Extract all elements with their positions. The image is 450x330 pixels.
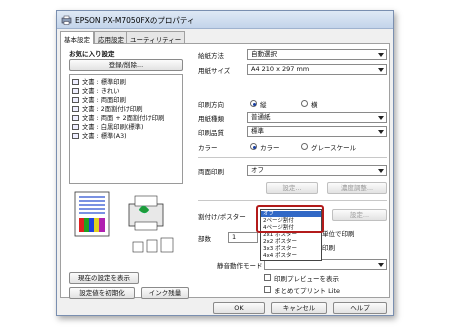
properties-dialog: EPSON PX-M7050FXのプロパティ 基本設定 応用設定 ユーティリティ… (56, 10, 394, 316)
color-option-label: カラー (260, 144, 280, 152)
portrait-radio[interactable] (250, 100, 257, 107)
grayscale-radio[interactable] (301, 143, 308, 150)
duplex-select[interactable]: オフ (247, 165, 387, 176)
ok-button[interactable]: OK (213, 302, 265, 314)
list-item[interactable]: 文書 : 両面 + 2面割付け印刷 (72, 113, 164, 122)
separator (198, 157, 387, 158)
print-lite-checkbox[interactable] (264, 286, 271, 293)
document-icon (72, 106, 79, 112)
document-icon (72, 97, 79, 103)
chevron-down-icon (378, 130, 384, 134)
cancel-button[interactable]: キャンセル (271, 302, 327, 314)
dropdown-option[interactable]: 2x2 ポスター (261, 239, 321, 245)
printer-icon (61, 15, 72, 25)
tab-advanced[interactable]: 応用設定 (94, 31, 128, 44)
help-button[interactable]: ヘルプ (333, 302, 387, 314)
document-icon (72, 79, 79, 85)
layout-poster-label: 割付け/ポスター (198, 213, 246, 221)
copies-input[interactable]: 1 (228, 232, 258, 243)
tab-utility[interactable]: ユーティリティー (126, 31, 186, 44)
basic-settings-panel: お気に入り設定 登録/削除... 文書 : 標準印刷 文書 : きれい 文書 :… (60, 43, 390, 299)
duplex-label: 両面印刷 (198, 168, 224, 176)
document-icon (72, 133, 79, 139)
ink-level-button[interactable]: インク残量 (141, 287, 189, 299)
paper-size-label: 用紙サイズ (198, 67, 231, 75)
paper-type-select[interactable]: 普通紙 (247, 112, 387, 123)
copies-label: 部数 (198, 235, 211, 243)
orientation-label: 印刷方向 (198, 101, 224, 109)
paper-type-label: 用紙種類 (198, 115, 224, 123)
density-adjust-button[interactable]: 濃度調整... (327, 182, 387, 194)
favorites-list: 文書 : 標準印刷 文書 : きれい 文書 : 両面印刷 文書 : 2面割付け印… (69, 74, 183, 184)
separator (198, 200, 387, 201)
title-bar: EPSON PX-M7050FXのプロパティ (57, 11, 393, 29)
chevron-down-icon (378, 68, 384, 72)
duplex-settings-button[interactable]: 設定... (266, 182, 318, 194)
color-radio[interactable] (250, 143, 257, 150)
paper-source-label: 給紙方法 (198, 52, 224, 60)
reset-settings-button[interactable]: 設定値を初期化 (69, 287, 135, 299)
grayscale-option-label: グレースケール (311, 144, 357, 152)
tab-basic[interactable]: 基本設定 (60, 31, 94, 44)
chevron-down-icon (378, 53, 384, 57)
print-preview-label: 印刷プレビューを表示 (274, 275, 339, 283)
paper-source-select[interactable]: 自動選択 (247, 49, 387, 60)
document-icon (72, 88, 79, 94)
paper-size-select[interactable]: A4 210 x 297 mm (247, 64, 387, 75)
print-lite-label: まとめてプリント Lite (274, 287, 341, 295)
reverse-order-label: 印刷 (322, 244, 335, 252)
dropdown-option[interactable]: 3x3 ポスター (261, 246, 321, 252)
collate-label: 単位で印刷 (322, 230, 355, 238)
layout-settings-button[interactable]: 設定... (332, 209, 387, 221)
document-icon (72, 115, 79, 121)
document-icon (72, 124, 79, 130)
portrait-label: 縦 (260, 101, 267, 109)
chevron-down-icon (378, 116, 384, 120)
chevron-down-icon (378, 263, 384, 267)
landscape-label: 横 (311, 101, 318, 109)
print-preview-checkbox[interactable] (264, 274, 271, 281)
list-item[interactable]: 文書 : 白黒印刷(標準) (72, 122, 143, 131)
chevron-down-icon (378, 169, 384, 173)
quality-label: 印刷品質 (198, 129, 224, 137)
highlight-box (256, 205, 324, 233)
print-preview-illustration (74, 191, 174, 253)
list-item[interactable]: 文書 : 2面割付け印刷 (72, 104, 143, 113)
list-item[interactable]: 文書 : 両面印刷 (72, 95, 126, 104)
quiet-mode-label: 静音動作モード (217, 262, 263, 270)
show-current-settings-button[interactable]: 現在の設定を表示 (69, 272, 139, 284)
quality-select[interactable]: 標準 (247, 126, 387, 137)
favorites-heading: お気に入り設定 (69, 50, 115, 58)
list-item[interactable]: 文書 : 標準印刷 (72, 77, 126, 86)
window-title: EPSON PX-M7050FXのプロパティ (75, 16, 195, 25)
dropdown-option[interactable]: 4x4 ポスター (261, 253, 321, 259)
color-label: カラー (198, 144, 218, 152)
register-delete-button[interactable]: 登録/削除... (69, 59, 183, 71)
list-item[interactable]: 文書 : きれい (72, 86, 120, 95)
list-item[interactable]: 文書 : 標準(A3) (72, 131, 127, 140)
landscape-radio[interactable] (301, 100, 308, 107)
preview-area (69, 188, 183, 260)
